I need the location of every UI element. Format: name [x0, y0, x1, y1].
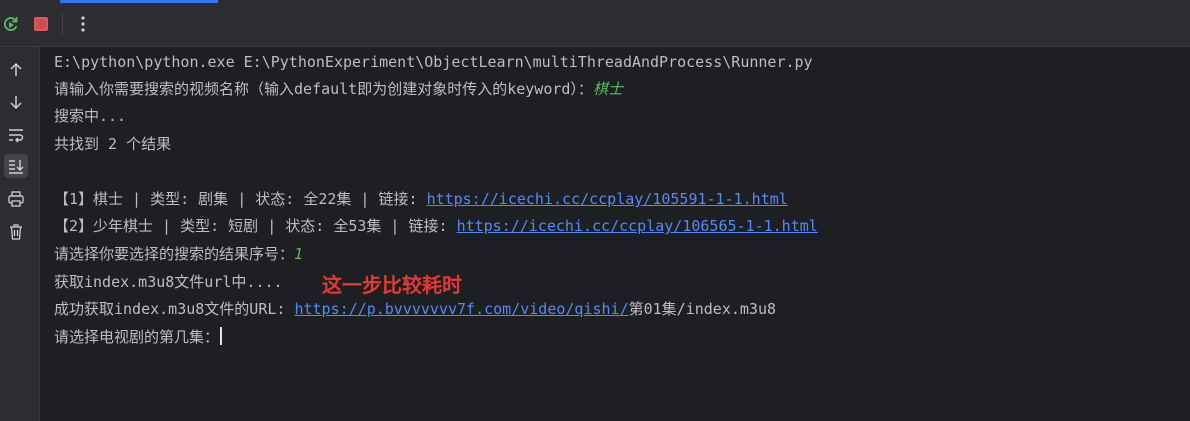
- soft-wrap-icon[interactable]: [4, 123, 28, 147]
- scroll-to-end-icon[interactable]: [4, 154, 28, 178]
- console-select-prompt-line: 请选择你要选择的搜索的结果序号：1: [54, 243, 303, 265]
- result-1-link[interactable]: https://icechi.cc/ccplay/105591-1-1.html: [427, 190, 788, 208]
- console-result-1-line: 【1】棋士 | 类型: 剧集 | 状态: 全22集 | 链接: https://…: [54, 188, 788, 210]
- text-caret: [220, 327, 223, 345]
- select-prompt: 请选择你要选择的搜索的结果序号：: [54, 245, 295, 263]
- scroll-up-icon[interactable]: [4, 58, 28, 82]
- result-1-text: 【1】棋士 | 类型: 剧集 | 状态: 全22集 | 链接:: [54, 190, 427, 208]
- rerun-icon[interactable]: [0, 13, 22, 35]
- clear-icon[interactable]: [4, 220, 28, 244]
- print-icon[interactable]: [4, 187, 28, 211]
- episode-prompt: 请选择电视剧的第几集：: [54, 328, 220, 346]
- console-fetching-line: 获取index.m3u8文件url中....: [54, 273, 283, 291]
- annotation-note: 这一步比较耗时: [322, 273, 462, 297]
- result-2-link[interactable]: https://icechi.cc/ccplay/106565-1-1.html: [457, 217, 818, 235]
- scroll-down-icon[interactable]: [4, 90, 28, 114]
- console-success-line: 成功获取index.m3u8文件的URL: https://p.bvvvvvvv…: [54, 298, 776, 320]
- stop-icon[interactable]: [30, 13, 52, 35]
- console-sidebar: [0, 47, 40, 421]
- console-output[interactable]: E:\python\python.exe E:\PythonExperiment…: [54, 47, 1190, 421]
- console-command-line: E:\python\python.exe E:\PythonExperiment…: [54, 53, 813, 71]
- success-suffix: 第01集/index.m3u8: [628, 300, 777, 318]
- run-tool-window: E:\python\python.exe E:\PythonExperiment…: [0, 0, 1190, 421]
- active-tab-indicator: [60, 0, 218, 3]
- success-text: 成功获取index.m3u8文件的URL:: [54, 300, 295, 318]
- console-search-prompt-line: 请输入你需要搜索的视频名称（输入default即为创建对象时传入的keyword…: [54, 78, 623, 100]
- toolbar-separator: [62, 13, 63, 35]
- more-options-icon[interactable]: [72, 13, 94, 35]
- select-input-echo: 1: [294, 245, 304, 263]
- console-episode-prompt-line[interactable]: 请选择电视剧的第几集：: [54, 326, 223, 348]
- search-prompt: 请输入你需要搜索的视频名称（输入default即为创建对象时传入的keyword…: [54, 80, 593, 98]
- search-input-echo: 棋士: [592, 80, 623, 98]
- run-toolbar: [0, 0, 1190, 47]
- console-result-2-line: 【2】少年棋士 | 类型: 短剧 | 状态: 全53集 | 链接: https:…: [54, 215, 818, 237]
- result-2-text: 【2】少年棋士 | 类型: 短剧 | 状态: 全53集 | 链接:: [54, 217, 457, 235]
- console-searching-line: 搜索中...: [54, 107, 127, 125]
- success-link[interactable]: https://p.bvvvvvvv7f.com/video/qishi/: [294, 300, 628, 318]
- console-result-count-line: 共找到 2 个结果: [54, 135, 172, 153]
